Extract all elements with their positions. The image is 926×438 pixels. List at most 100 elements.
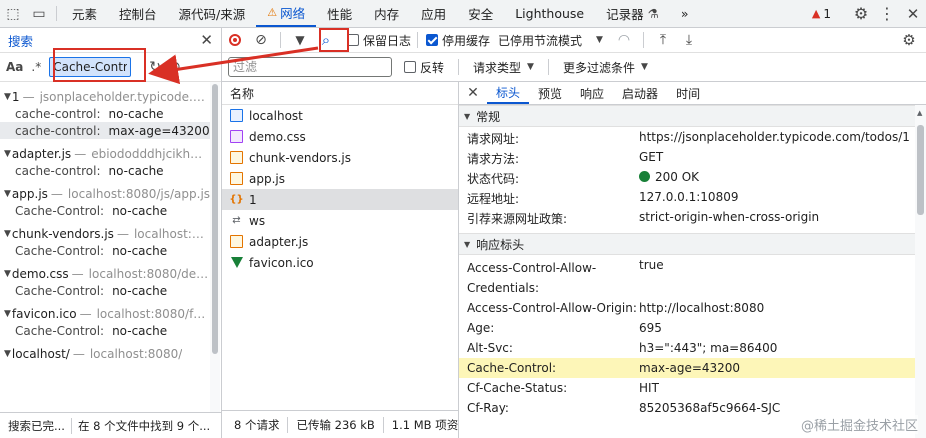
request-name: localhost	[249, 108, 303, 123]
result-group[interactable]: ▼favicon.ico— localhost:8080/favic... Cac…	[0, 299, 210, 339]
result-group[interactable]: ▼chunk-vendors.js— localhost:808... Cache…	[0, 219, 210, 259]
checkbox-box[interactable]	[404, 61, 416, 73]
tab-performance[interactable]: 性能	[316, 0, 363, 27]
tab-elements[interactable]: 元素	[61, 0, 108, 27]
disable-cache-checkbox[interactable]: 停用缓存	[426, 32, 490, 49]
more-tabs-button[interactable]: »	[670, 0, 700, 27]
network-settings-button[interactable]: ⚙	[896, 28, 922, 53]
tab-preview[interactable]: 预览	[529, 82, 571, 104]
result-line[interactable]: Cache-Control: no-cache	[0, 282, 210, 299]
header-key: Age:	[467, 321, 495, 335]
result-line[interactable]: Cache-Control: no-cache	[0, 202, 210, 219]
request-row[interactable]: localhost	[222, 105, 458, 126]
result-group[interactable]: ▼ adapter.js — ebiododddhjcikhmi... cache-c…	[0, 139, 210, 179]
result-file-name: demo.css	[11, 266, 69, 281]
result-line[interactable]: Cache-Control: no-cache	[0, 242, 210, 259]
tab-response[interactable]: 响应	[571, 82, 613, 104]
result-file[interactable]: ▼chunk-vendors.js— localhost:808...	[0, 225, 210, 242]
close-devtools-icon[interactable]: ✕	[900, 5, 926, 23]
request-types-dropdown[interactable]: 请求类型 ▼	[473, 59, 534, 76]
scroll-up-icon[interactable]: ▲	[917, 109, 922, 117]
request-row[interactable]: app.js	[222, 168, 458, 189]
issues-counter[interactable]: ▲ 1	[804, 7, 839, 21]
request-row[interactable]: ⇄ ws	[222, 210, 458, 231]
result-separator: —	[116, 226, 129, 241]
general-section-header[interactable]: ▼ 常规	[459, 105, 915, 127]
tab-application[interactable]: 应用	[410, 0, 457, 27]
result-line[interactable]: cache-control: no-cache	[0, 105, 210, 122]
checkbox-box-checked[interactable]	[426, 34, 439, 46]
request-row[interactable]: adapter.js	[222, 231, 458, 252]
tab-network[interactable]: ⚠ 网络	[256, 0, 317, 27]
result-file[interactable]: ▼ 1— jsonplaceholder.typicode.co...	[0, 88, 210, 105]
result-file[interactable]: ▼ localhost/— localhost:8080/	[0, 345, 210, 362]
request-row[interactable]: favicon.ico	[222, 252, 458, 273]
match-case-toggle[interactable]: Aa	[6, 60, 23, 74]
tab-sources[interactable]: 源代码/来源	[168, 0, 257, 27]
invert-checkbox[interactable]: 反转	[404, 59, 444, 76]
record-button[interactable]	[222, 28, 248, 53]
search-results-scrollbar[interactable]	[210, 82, 220, 412]
result-key: Cache-Control:	[15, 283, 105, 298]
details-scrollbar[interactable]: ▲	[915, 105, 926, 438]
export-har-button[interactable]: ⤓	[676, 28, 702, 53]
clear-icon[interactable]: ⊘	[169, 59, 181, 75]
result-separator: —	[72, 346, 85, 361]
device-toolbar-icon[interactable]: ▭	[26, 0, 52, 27]
result-key: cache-control:	[15, 106, 101, 121]
tab-headers[interactable]: 标头	[487, 82, 530, 104]
result-group[interactable]: ▼ localhost/— localhost:8080/	[0, 339, 210, 362]
result-file[interactable]: ▼favicon.ico— localhost:8080/favic...	[0, 305, 210, 322]
tab-recorder[interactable]: 记录器 ⚗	[595, 0, 670, 27]
close-icon[interactable]: ✕	[459, 82, 487, 104]
network-conditions-button[interactable]: ◠	[611, 28, 637, 53]
filter-input[interactable]	[228, 57, 392, 77]
result-line[interactable]: cache-control: max-age=43200	[0, 122, 210, 139]
refresh-icon[interactable]: ↻	[149, 59, 161, 75]
settings-gear-icon[interactable]: ⚙	[848, 4, 874, 23]
header-row: 引荐来源网址政策: strict-origin-when-cross-origin	[459, 207, 915, 233]
search-button[interactable]: ⌕	[313, 28, 339, 53]
result-file[interactable]: ▼demo.css— localhost:8080/demo...	[0, 265, 210, 282]
request-row[interactable]: demo.css	[222, 126, 458, 147]
scrollbar-thumb[interactable]	[917, 125, 924, 215]
upload-icon: ⤒	[659, 32, 667, 48]
more-filters-dropdown[interactable]: 更多过滤条件 ▼	[563, 59, 648, 76]
result-file[interactable]: ▼ adapter.js — ebiododddhjcikhmi...	[0, 145, 210, 162]
search-panel-title[interactable]: 搜索	[8, 31, 33, 50]
preserve-log-checkbox[interactable]: 保留日志	[347, 32, 411, 49]
search-input[interactable]	[49, 57, 132, 77]
tab-timing[interactable]: 时间	[667, 82, 709, 104]
tab-security[interactable]: 安全	[457, 0, 504, 27]
tab-lighthouse[interactable]: Lighthouse	[504, 0, 595, 27]
checkbox-box[interactable]	[347, 34, 359, 46]
import-har-button[interactable]: ⤒	[650, 28, 676, 53]
result-group[interactable]: ▼demo.css— localhost:8080/demo... Cache-C…	[0, 259, 210, 299]
inspect-element-icon[interactable]: ⬚	[0, 0, 26, 27]
warning-icon: ⚠	[267, 6, 278, 19]
request-row-selected[interactable]: {} 1	[222, 189, 458, 210]
result-line[interactable]: cache-control: no-cache	[0, 162, 210, 179]
result-group[interactable]: ▼ app.js — localhost:8080/js/app.js Cache-C…	[0, 179, 210, 219]
scrollbar-thumb[interactable]	[212, 84, 218, 354]
result-file-name: adapter.js	[11, 146, 72, 161]
tab-initiator[interactable]: 启动器	[613, 82, 667, 104]
result-group[interactable]: ▼ 1— jsonplaceholder.typicode.co... cache-…	[0, 82, 210, 139]
tab-memory[interactable]: 内存	[363, 0, 410, 27]
tab-console[interactable]: 控制台	[108, 0, 168, 27]
more-filters-label: 更多过滤条件	[562, 60, 635, 75]
name-column-header[interactable]: 名称	[222, 82, 458, 105]
filter-toggle-button[interactable]: ▼	[287, 28, 313, 53]
more-options-icon[interactable]: ⋮	[874, 4, 900, 23]
header-key: 请求方法:	[467, 152, 520, 166]
throttling-select[interactable]: 已停用节流模式 ▼	[498, 32, 603, 49]
result-line[interactable]: Cache-Control: no-cache	[0, 322, 210, 339]
divider	[547, 59, 549, 75]
request-row[interactable]: chunk-vendors.js	[222, 147, 458, 168]
regex-toggle[interactable]: .*	[31, 60, 41, 74]
clear-log-button[interactable]: ⊘	[248, 28, 274, 53]
header-value: h3=":443"; ma=86400	[639, 341, 778, 355]
response-headers-section-header[interactable]: ▼ 响应标头	[459, 233, 915, 255]
result-file[interactable]: ▼ app.js — localhost:8080/js/app.js	[0, 185, 210, 202]
close-icon[interactable]: ✕	[200, 31, 213, 49]
